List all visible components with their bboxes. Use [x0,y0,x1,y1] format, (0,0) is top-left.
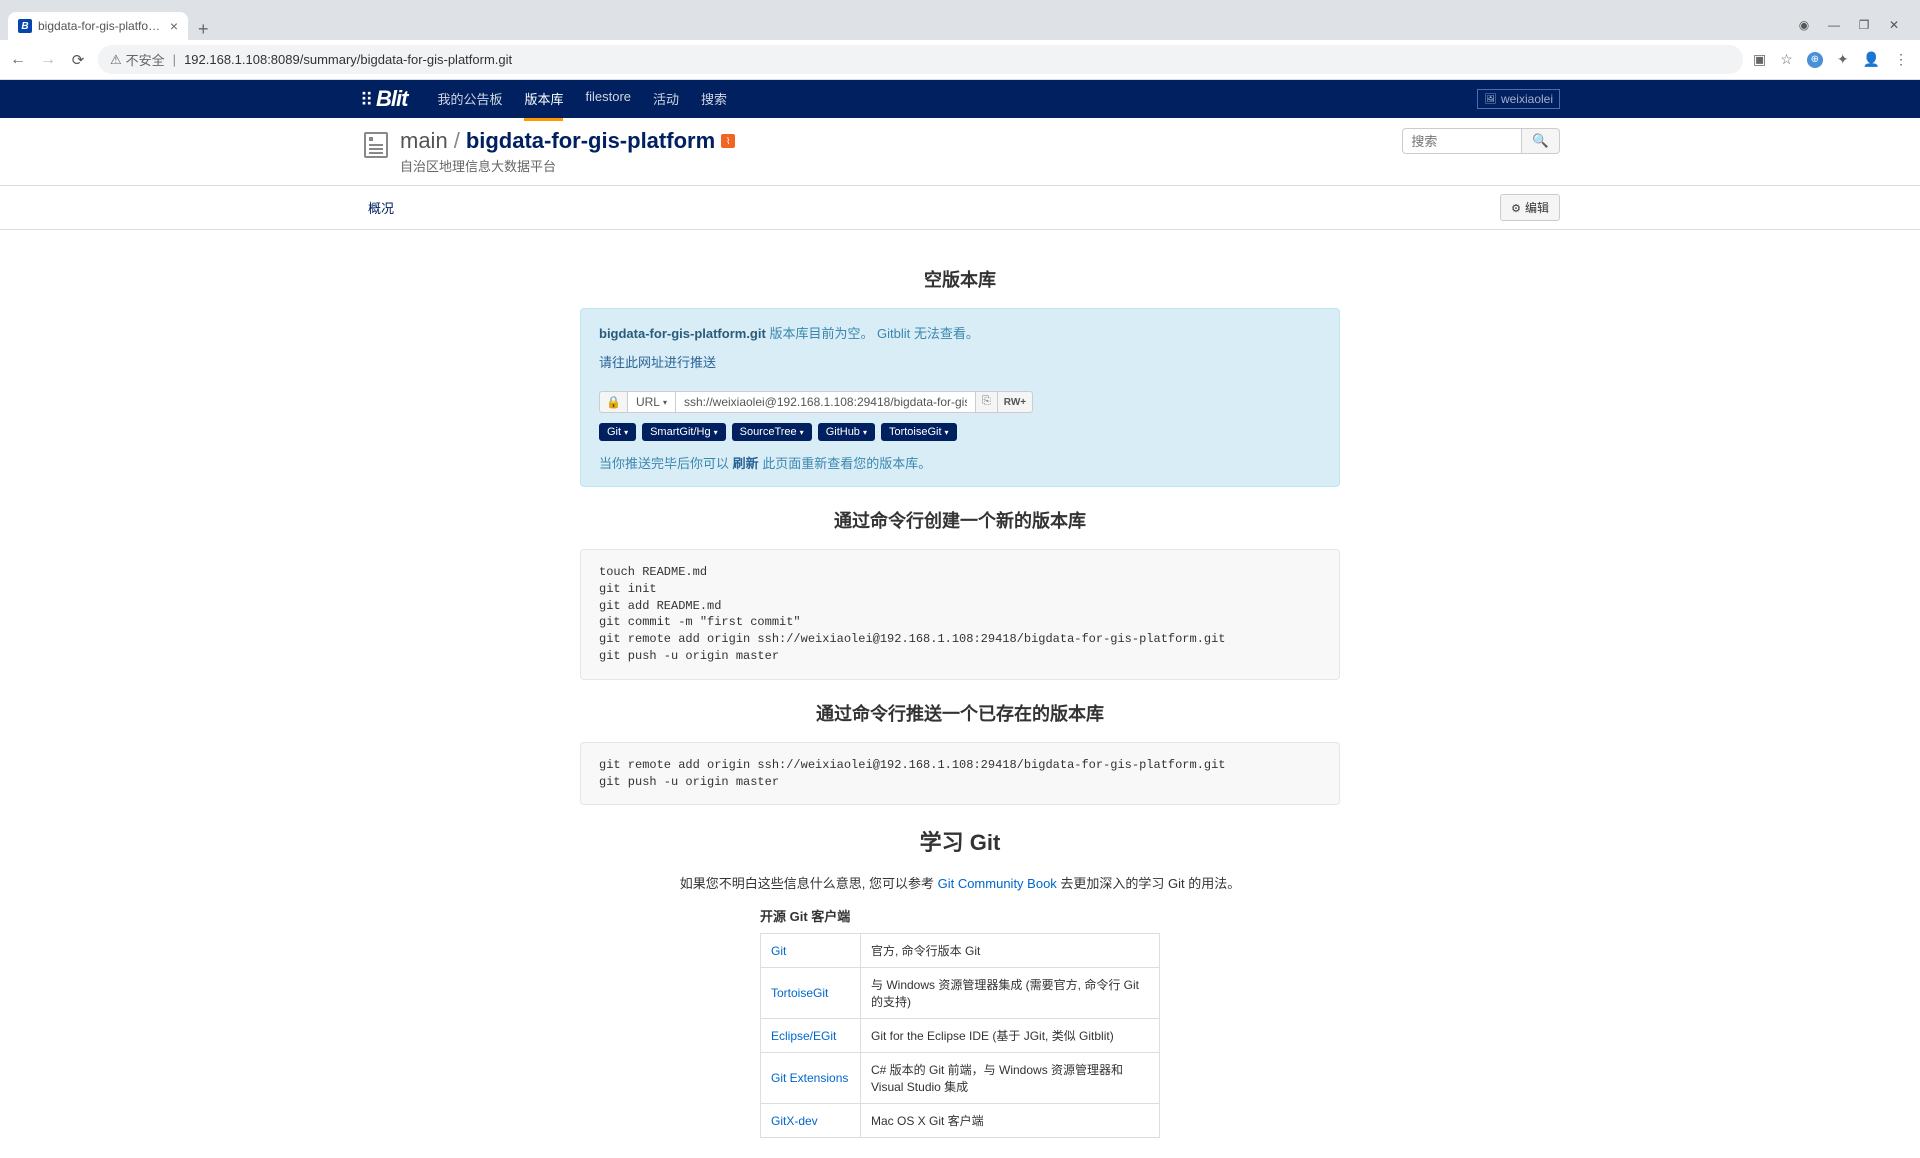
learn-section: 学习 Git 如果您不明白这些信息什么意思, 您可以参考 Git Communi… [580,825,1340,1138]
forward-button[interactable]: → [38,51,58,69]
client-desc: Git for the Eclipse IDE (基于 JGit, 类似 Git… [861,1019,1160,1053]
browser-tab[interactable]: B bigdata-for-gis-platform.git - × [8,12,188,40]
push-url-link[interactable]: 请往此网址进行推送 [599,352,716,371]
client-link[interactable]: Git Extensions [771,1071,848,1085]
clients-heading: 开源 Git 客户端 [760,906,1160,925]
git-book-link[interactable]: Git Community Book [938,876,1057,891]
url-protocol-dropdown[interactable]: URL ▾ [628,391,676,413]
edit-label: 编辑 [1525,199,1549,216]
nav-filestore[interactable]: filestore [585,79,631,120]
brand-logo[interactable]: Blit [360,86,407,112]
client-desc: C# 版本的 Git 前端，与 Windows 资源管理器和 Visual St… [861,1053,1160,1104]
repo-subnav: 概况 编辑 [0,186,1920,230]
menu-icon[interactable]: ⋮ [1894,51,1908,68]
window-controls: ◉ — ❐ ✕ [1796,18,1912,40]
back-button[interactable]: ← [8,51,28,69]
push-heading: 通过命令行推送一个已存在的版本库 [580,700,1340,726]
tool-smartgit[interactable]: SmartGit/Hg ▾ [642,423,726,441]
repo-description: 自治区地理信息大数据平台 [400,156,735,175]
table-row: Git 官方, 命令行版本 Git [761,934,1160,968]
extensions-icon[interactable]: ✦ [1837,51,1849,68]
new-tab-button[interactable]: + [188,19,219,40]
content: 空版本库 bigdata-for-gis-platform.git 版本库目前为… [360,230,1560,1158]
browser-tab-strip: B bigdata-for-gis-platform.git - × + ◉ —… [0,0,1920,40]
extension-globe-icon[interactable]: ⊕ [1807,52,1823,68]
minimize-button[interactable]: — [1826,18,1842,32]
tab-favicon-icon: B [18,19,32,33]
client-link[interactable]: Eclipse/EGit [771,1029,836,1043]
brand-dots-icon [360,90,374,104]
client-link[interactable]: Git [771,944,786,958]
alert-footer: 当你推送完毕后你可以 刷新 此页面重新查看您的版本库。 [599,453,1321,472]
create-heading: 通过命令行创建一个新的版本库 [580,507,1340,533]
table-row: GitX-dev Mac OS X Git 客户端 [761,1104,1160,1138]
browser-address-bar: ← → ⟳ ⚠ 不安全 | 192.168.1.108:8089/summary… [0,40,1920,80]
tool-sourcetree[interactable]: SourceTree ▾ [732,423,812,441]
nav-items: 我的公告板 版本库 filestore 活动 搜索 [437,79,727,120]
search-input[interactable] [1402,128,1522,154]
clone-url-field[interactable] [676,391,976,413]
repo-title: main / bigdata-for-gis-platform ⌇ [400,128,735,154]
alert-title: bigdata-for-gis-platform.git 版本库目前为空。 Gi… [599,323,1321,342]
empty-alert: bigdata-for-gis-platform.git 版本库目前为空。 Gi… [580,308,1340,487]
clone-url-row: 🔒 URL ▾ ⎘ RW+ [599,391,1321,413]
nav-dashboard[interactable]: 我的公告板 [437,79,502,120]
nav-activity[interactable]: 活动 [653,79,679,120]
copy-url-button[interactable]: ⎘ [976,391,998,413]
tool-github[interactable]: GitHub ▾ [818,423,875,441]
security-warning-icon: ⚠ 不安全 [110,50,165,69]
search-button[interactable]: 🔍 [1522,128,1560,154]
profile-icon[interactable]: 👤 [1863,51,1880,68]
empty-heading: 空版本库 [580,266,1340,292]
browser-actions: ▣ ☆ ⊕ ✦ 👤 ⋮ [1753,51,1912,68]
repo-name-link[interactable]: bigdata-for-gis-platform [466,128,715,154]
repo-search: 🔍 [1402,128,1560,154]
tab-title: bigdata-for-gis-platform.git - [38,19,164,33]
create-code-block[interactable]: touch README.md git init git add README.… [580,549,1340,680]
client-desc: 与 Windows 资源管理器集成 (需要官方, 命令行 Git 的支持) [861,968,1160,1019]
bookmark-icon[interactable]: ☆ [1780,51,1793,68]
reload-button[interactable]: ⟳ [68,51,88,69]
repo-icon [364,132,388,158]
push-code-block[interactable]: git remote add origin ssh://weixiaolei@1… [580,742,1340,806]
gitblit-navbar: Blit 我的公告板 版本库 filestore 活动 搜索 weixiaole… [0,80,1920,118]
clone-tool-buttons: Git ▾ SmartGit/Hg ▾ SourceTree ▾ GitHub … [599,423,1321,441]
nav-search[interactable]: 搜索 [701,79,727,120]
user-menu[interactable]: weixiaolei [1477,89,1560,109]
breadcrumb-separator: / [454,128,460,154]
client-desc: 官方, 命令行版本 Git [861,934,1160,968]
nav-repositories[interactable]: 版本库 [524,79,563,121]
address-field[interactable]: ⚠ 不安全 | 192.168.1.108:8089/summary/bigda… [98,45,1743,74]
client-desc: Mac OS X Git 客户端 [861,1104,1160,1138]
rw-badge: RW+ [998,391,1033,413]
tab-close-icon[interactable]: × [170,18,178,34]
clients-table: Git 官方, 命令行版本 Git TortoiseGit 与 Windows 资源… [760,933,1160,1138]
learn-heading: 学习 Git [580,825,1340,857]
url-text: 192.168.1.108:8089/summary/bigdata-for-g… [184,52,512,67]
client-link[interactable]: TortoiseGit [771,986,828,1000]
repo-header: main / bigdata-for-gis-platform ⌇ 自治区地理信… [0,118,1920,186]
table-row: Git Extensions C# 版本的 Git 前端，与 Windows 资源… [761,1053,1160,1104]
gear-icon [1511,201,1521,215]
user-label: weixiaolei [1501,92,1553,106]
url-lock-icon: 🔒 [599,391,628,413]
subnav-overview[interactable]: 概况 [360,194,402,221]
rss-icon[interactable]: ⌇ [721,134,735,148]
client-link[interactable]: GitX-dev [771,1114,818,1128]
table-row: Eclipse/EGit Git for the Eclipse IDE (基于 … [761,1019,1160,1053]
tool-git[interactable]: Git ▾ [599,423,636,441]
translate-icon[interactable]: ▣ [1753,51,1766,68]
refresh-link[interactable]: 刷新 [733,456,759,471]
account-icon[interactable]: ◉ [1796,18,1812,32]
repo-owner-link[interactable]: main [400,128,448,154]
maximize-button[interactable]: ❐ [1856,18,1872,32]
learn-intro: 如果您不明白这些信息什么意思, 您可以参考 Git Community Book… [580,873,1340,892]
edit-button[interactable]: 编辑 [1500,194,1560,221]
tool-tortoisegit[interactable]: TortoiseGit ▾ [881,423,957,441]
table-row: TortoiseGit 与 Windows 资源管理器集成 (需要官方, 命令行 … [761,968,1160,1019]
close-window-button[interactable]: ✕ [1886,18,1902,32]
brand-text: Blit [376,86,407,111]
search-icon: 🔍 [1532,133,1549,148]
